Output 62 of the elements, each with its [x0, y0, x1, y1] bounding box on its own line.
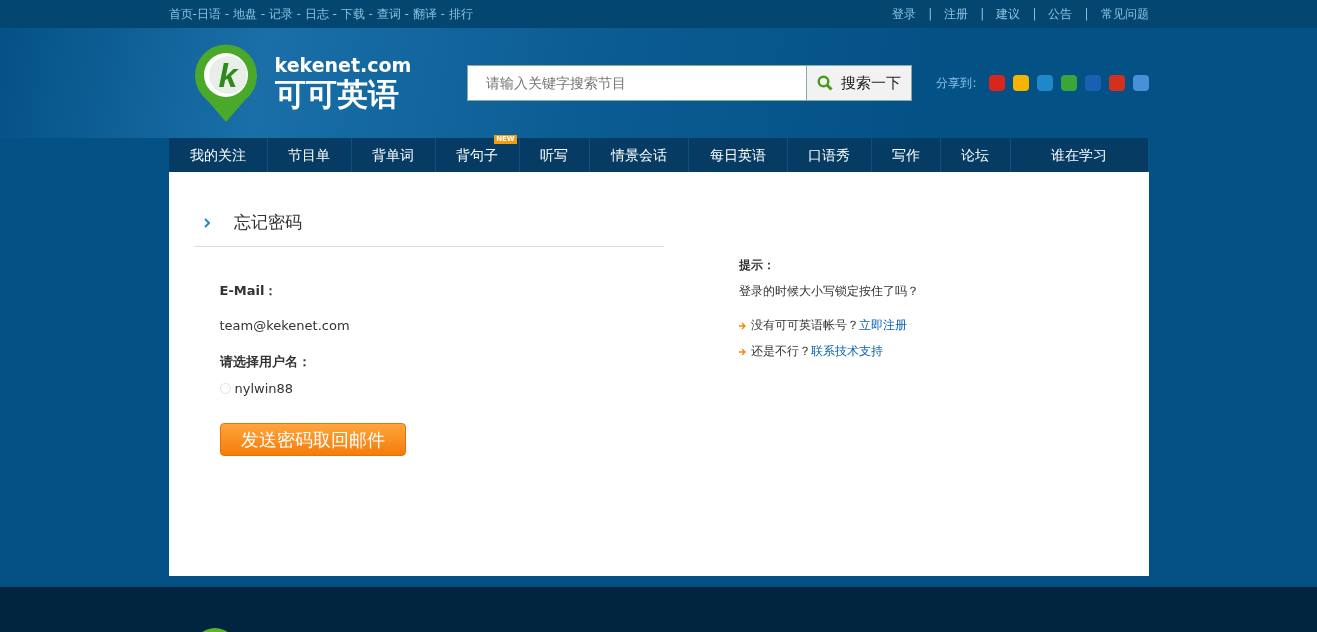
username-option[interactable]: nylwin88	[234, 379, 294, 399]
nav-link-text[interactable]: 常见问题	[1100, 5, 1149, 23]
nav-link-text[interactable]: 首页	[168, 5, 193, 23]
nav-link-text[interactable]: 地盘	[232, 5, 257, 23]
tips-text: 登录的时候大小写锁定按住了吗？	[738, 283, 919, 300]
field-label: E-Mail：	[219, 281, 278, 300]
link-separator: |	[1031, 6, 1038, 23]
nav-link-text[interactable]: 登录	[892, 5, 917, 23]
nav-tab[interactable]: 听写	[540, 147, 568, 163]
field-label: 请选择用户名：	[219, 352, 311, 371]
tips-heading: 提示：	[738, 257, 775, 274]
link-separator: -	[403, 6, 410, 23]
nav-link-text[interactable]: 注册	[944, 5, 969, 23]
link-separator: -	[295, 6, 302, 23]
share-icon[interactable]	[988, 75, 1005, 91]
share-icon[interactable]	[1036, 75, 1053, 91]
search-button[interactable]: 搜索一下	[806, 65, 912, 101]
link-separator: -	[259, 6, 266, 23]
nav-link-text[interactable]: 日志	[304, 5, 329, 23]
nav-link-text[interactable]: 公告	[1048, 5, 1073, 23]
link-separator: -	[367, 6, 374, 23]
nav-tab[interactable]: 我的关注	[189, 147, 246, 163]
link-separator: |	[927, 6, 934, 23]
logo-pin-icon: k	[192, 44, 259, 122]
tips-text: 没有可可英语帐号？	[750, 317, 859, 334]
nav-link-text[interactable]: 下载	[340, 5, 365, 23]
share-label: 分享到:	[936, 75, 977, 92]
nav-tab[interactable]: 谁在学习	[1051, 147, 1107, 163]
link-separator: -	[439, 6, 446, 23]
link-separator: -	[192, 6, 197, 23]
nav-link-text[interactable]: 排行	[448, 5, 473, 23]
link-separator: |	[979, 6, 986, 23]
nav-tab[interactable]: 论坛	[961, 147, 989, 163]
support-link[interactable]: 立即注册	[858, 316, 907, 334]
radio-button[interactable]	[219, 383, 231, 395]
tips-text: 还是不行？	[750, 343, 811, 360]
search-icon	[816, 75, 833, 91]
nav-link-text[interactable]: 记录	[268, 5, 293, 23]
nav-tab[interactable]: 背单词	[372, 147, 414, 163]
nav-link-text[interactable]: 翻译	[412, 5, 437, 23]
logo-domain: kekenet.com	[274, 56, 412, 75]
nav-tab[interactable]: 节目单	[288, 147, 330, 163]
logo-name: 可可英语	[274, 79, 400, 110]
nav-tab[interactable]: 口语秀	[808, 147, 850, 163]
nav-tab[interactable]: 写作	[891, 147, 920, 163]
share-icon[interactable]	[1060, 75, 1077, 91]
nav-tab[interactable]: 情景会话	[610, 147, 667, 163]
nav-link-text[interactable]: 查词	[376, 5, 401, 23]
support-link[interactable]: 联系技术支持	[810, 342, 883, 360]
link-separator: |	[1083, 6, 1090, 23]
share-icon[interactable]	[1108, 75, 1125, 91]
search-field[interactable]: 请输入关键字搜索节目	[466, 65, 807, 101]
link-separator: -	[331, 6, 338, 23]
email-value: team@kekenet.com	[219, 317, 350, 335]
share-icon[interactable]	[1012, 75, 1029, 91]
nav-tab[interactable]: 背句子	[456, 147, 498, 163]
nav-link-text[interactable]: 建议	[996, 5, 1021, 23]
nav-tab[interactable]: 每日英语	[709, 147, 766, 163]
share-icon[interactable]	[1132, 75, 1149, 91]
link-separator: -	[223, 6, 230, 23]
nav-link-text[interactable]: 日语	[196, 5, 221, 23]
page-title: 忘记密码	[233, 211, 302, 234]
